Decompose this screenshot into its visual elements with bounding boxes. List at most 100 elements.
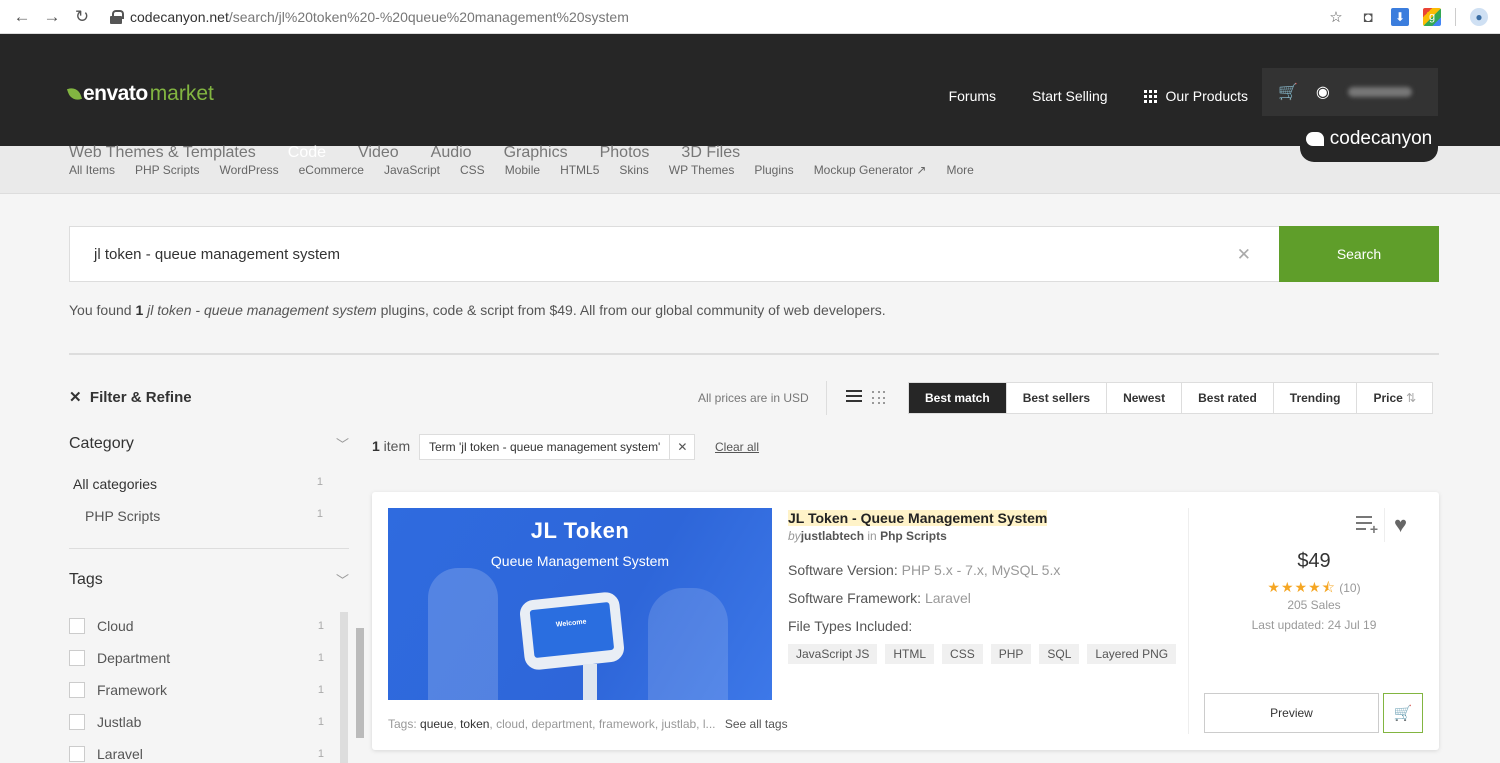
sort-trending[interactable]: Trending <box>1274 383 1358 413</box>
forums-link[interactable]: Forums <box>949 88 996 104</box>
search-button[interactable]: Search <box>1279 226 1439 282</box>
tag-filter-justlab[interactable]: Justlab 1 <box>69 714 324 730</box>
sort-best-sellers[interactable]: Best sellers <box>1007 383 1108 413</box>
tag-link[interactable]: queue <box>420 717 453 731</box>
checkbox[interactable] <box>69 714 85 730</box>
item-last-updated: Last updated: 24 Jul 19 <box>1251 618 1377 632</box>
search-input[interactable]: jl token - queue management system ✕ <box>69 226 1279 282</box>
subnav-all-items[interactable]: All Items <box>69 163 115 177</box>
remove-filter-icon[interactable]: ✕ <box>670 440 694 454</box>
subnav-javascript[interactable]: JavaScript <box>384 163 440 177</box>
subnav-ecommerce[interactable]: eCommerce <box>299 163 364 177</box>
subnav-html5[interactable]: HTML5 <box>560 163 599 177</box>
tags-scrollbar[interactable] <box>340 612 364 763</box>
tags-header[interactable]: Tags ﹀ <box>69 570 349 589</box>
category-count: 1 <box>316 508 323 520</box>
file-type-tag: PHP <box>990 644 1032 664</box>
item-thumbnail[interactable]: JL Token Queue Management System Welcome <box>388 508 772 700</box>
nav-code[interactable]: Code <box>288 144 326 162</box>
checkbox[interactable] <box>69 746 85 762</box>
file-type-tag: Layered PNG <box>1087 644 1177 664</box>
nav-3d-files[interactable]: 3D Files <box>681 144 740 162</box>
sort-best-match[interactable]: Best match <box>909 383 1007 413</box>
item-tags: Tags: queue, token, cloud, department, f… <box>388 717 788 731</box>
preview-button[interactable]: Preview <box>1204 693 1379 733</box>
account-area: 🛒 ◉ <box>1262 68 1438 116</box>
add-to-collection-icon[interactable]: + <box>1356 516 1378 536</box>
see-all-tags-link[interactable]: See all tags <box>725 717 788 731</box>
nav-web-themes[interactable]: Web Themes & Templates <box>69 144 256 162</box>
extension-icon[interactable]: g <box>1423 8 1441 26</box>
chevron-down-icon: ﹀ <box>335 437 349 452</box>
category-link[interactable]: Php Scripts <box>880 529 947 543</box>
sort-arrows-icon: ⇅ <box>1406 391 1417 405</box>
username-blurred[interactable] <box>1347 87 1412 97</box>
nav-graphics[interactable]: Graphics <box>504 144 568 162</box>
filter-refine-toggle[interactable]: ✕ Filter & Refine <box>69 388 192 406</box>
subnav-more[interactable]: More <box>946 163 973 177</box>
codecanyon-logo-icon <box>1305 132 1324 146</box>
active-filter-chip: Term 'jl token - queue management system… <box>419 434 696 460</box>
tag-filter-framework[interactable]: Framework 1 <box>69 682 324 698</box>
sort-price[interactable]: Price ⇅ <box>1357 383 1432 413</box>
subnav-wordpress[interactable]: WordPress <box>219 163 278 177</box>
cart-icon[interactable]: 🛒 <box>1278 82 1298 102</box>
checkbox[interactable] <box>69 618 85 634</box>
tag-filter-laravel[interactable]: Laravel 1 <box>69 746 324 762</box>
profile-avatar-icon[interactable]: ● <box>1470 8 1488 26</box>
item-title-link[interactable]: JL Token - Queue Management System <box>788 510 1048 526</box>
category-all[interactable]: All categories 1 <box>73 476 323 492</box>
browser-toolbar: ← → ↻ codecanyon.net/search/jl%20token%2… <box>0 0 1500 34</box>
apps-grid-icon <box>1143 90 1157 103</box>
category-php-scripts[interactable]: PHP Scripts 1 <box>85 508 323 524</box>
subnav-wp-themes[interactable]: WP Themes <box>669 163 735 177</box>
clear-all-link[interactable]: Clear all <box>715 440 759 454</box>
bookmark-star-icon[interactable]: ☆ <box>1327 8 1345 26</box>
item-sales: 205 Sales <box>1287 598 1341 612</box>
forward-icon[interactable]: → <box>40 5 64 29</box>
camera-icon[interactable]: ◘ <box>1359 8 1377 26</box>
nav-photos[interactable]: Photos <box>600 144 650 162</box>
sort-best-rated[interactable]: Best rated <box>1182 383 1274 413</box>
tag-link[interactable]: token <box>460 717 489 731</box>
start-selling-link[interactable]: Start Selling <box>1032 88 1107 104</box>
codecanyon-badge[interactable]: codecanyon <box>1300 116 1438 162</box>
envato-market-logo[interactable]: envato market <box>66 82 214 106</box>
author-link[interactable]: justlabtech <box>801 529 864 543</box>
category-header[interactable]: Category ﹀ <box>69 434 349 453</box>
subnav-css[interactable]: CSS <box>460 163 485 177</box>
tag-filter-cloud[interactable]: Cloud 1 <box>69 618 324 634</box>
subnav-mobile[interactable]: Mobile <box>505 163 540 177</box>
codecanyon-label: codecanyon <box>1329 128 1433 149</box>
checkbox[interactable] <box>69 682 85 698</box>
favorite-heart-icon[interactable]: ♥ <box>1394 512 1407 538</box>
software-version: Software Version: PHP 5.x - 7.x, MySQL 5… <box>788 562 1061 578</box>
reload-icon[interactable]: ↻ <box>70 5 94 29</box>
subnav-plugins[interactable]: Plugins <box>754 163 793 177</box>
nav-audio[interactable]: Audio <box>431 144 472 162</box>
divider <box>69 548 349 549</box>
back-icon[interactable]: ← <box>10 5 34 29</box>
download-extension-icon[interactable]: ⬇ <box>1391 8 1409 26</box>
lock-icon <box>110 9 124 24</box>
address-bar[interactable]: codecanyon.net/search/jl%20token%20-%20q… <box>110 3 629 31</box>
grid-view-icon[interactable] <box>872 391 886 405</box>
search-bar: jl token - queue management system ✕ Sea… <box>69 226 1439 282</box>
nav-video[interactable]: Video <box>358 144 399 162</box>
item-count: 1 item <box>372 438 411 454</box>
tag-filter-department[interactable]: Department 1 <box>69 650 324 666</box>
subnav-skins[interactable]: Skins <box>619 163 648 177</box>
subnav-mockup-generator[interactable]: Mockup Generator ↗ <box>814 163 927 177</box>
subnav-php-scripts[interactable]: PHP Scripts <box>135 163 199 177</box>
item-byline: byjustlabtech in Php Scripts <box>788 529 947 543</box>
clear-search-icon[interactable]: ✕ <box>1237 245 1251 265</box>
envato-leaf-icon <box>66 85 83 103</box>
checkbox[interactable] <box>69 650 85 666</box>
list-view-icon[interactable] <box>846 390 862 406</box>
user-icon[interactable]: ◉ <box>1316 82 1330 102</box>
add-to-cart-button[interactable]: 🛒 <box>1383 693 1423 733</box>
our-products-link[interactable]: Our Products <box>1143 88 1248 104</box>
chevron-down-icon: ﹀ <box>335 573 349 588</box>
file-types-list: JavaScript JS HTML CSS PHP SQL Layered P… <box>788 644 1177 664</box>
sort-newest[interactable]: Newest <box>1107 383 1183 413</box>
